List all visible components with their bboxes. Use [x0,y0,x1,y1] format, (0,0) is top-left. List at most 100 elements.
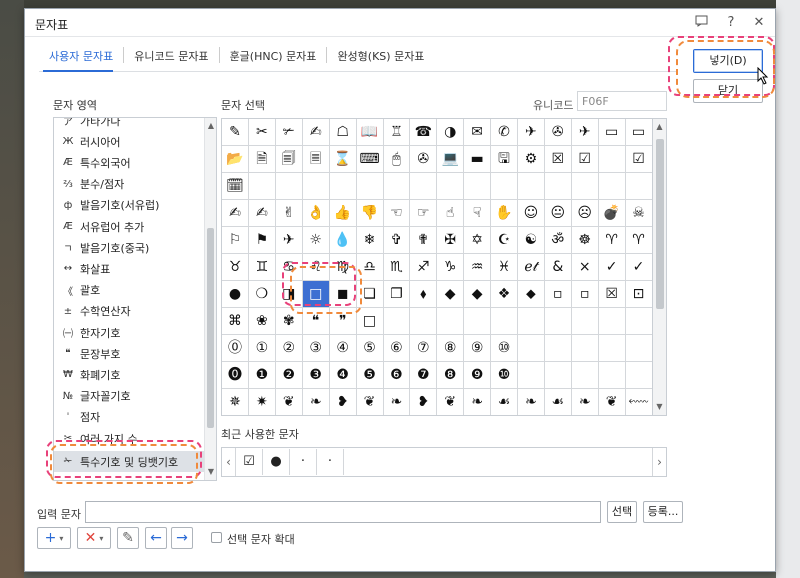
char-cell[interactable] [625,335,652,362]
char-cell[interactable]: ♈ [598,227,626,254]
char-cell[interactable] [302,173,330,200]
char-cell[interactable]: ▭ [598,119,626,146]
char-cell[interactable]: ❼ [410,362,438,389]
char-cell[interactable]: 🗓 [222,173,249,200]
char-cell[interactable]: ❞ [329,308,357,335]
recent-char-cell[interactable]: · [290,449,317,475]
char-cell[interactable]: ✟ [410,227,438,254]
comment-icon[interactable] [693,15,709,31]
char-cell[interactable] [356,173,384,200]
char-cell[interactable] [544,308,572,335]
char-cell[interactable] [275,173,303,200]
char-cell[interactable]: & [544,254,572,281]
grid-scroll-down-icon[interactable]: ▼ [653,401,666,413]
char-cell[interactable]: ✞ [383,227,411,254]
char-cell[interactable]: ☯ [517,227,545,254]
char-cell[interactable]: ❧ [518,389,545,415]
char-cell[interactable]: ॐ [544,227,572,254]
char-cell[interactable]: ❺ [356,362,384,389]
char-cell[interactable] [491,308,518,335]
char-cell[interactable]: ♏ [383,254,411,281]
char-cell[interactable] [410,173,438,200]
char-cell[interactable]: 💧 [329,227,357,254]
select-button[interactable]: 선택 [607,501,637,523]
char-cell[interactable]: ❧ [572,389,599,415]
char-cell[interactable]: ❾ [464,362,492,389]
char-cell[interactable] [571,308,599,335]
char-cell[interactable]: ❄ [356,227,384,254]
char-cell[interactable]: 🗐 [275,146,303,173]
char-cell[interactable]: ❝ [302,308,330,335]
char-cell[interactable]: ⚑ [248,227,276,254]
char-cell[interactable]: ♉ [222,254,249,281]
char-cell[interactable]: ⑥ [383,335,411,362]
char-cell[interactable]: ✂ [248,119,276,146]
char-area-item[interactable]: ⅔ 분수/점자 [54,174,204,195]
char-cell[interactable]: ⌛ [329,146,357,173]
char-cell[interactable] [517,308,545,335]
char-cell[interactable] [517,335,545,362]
char-cell[interactable]: ▫ [571,281,599,308]
char-cell[interactable]: ❶ [248,362,276,389]
recent-char-cell[interactable]: ☑ [236,449,263,475]
char-cell[interactable]: ⓿ [222,362,249,389]
char-cell[interactable]: ❽ [437,362,465,389]
char-cell[interactable]: ✵ [222,389,249,415]
char-cell[interactable]: ✠ [437,227,465,254]
char-cell[interactable]: ☸ [571,227,599,254]
char-cell[interactable]: ♎ [356,254,384,281]
grid-scroll-thumb[interactable] [656,139,664,309]
char-cell[interactable]: 🖱 [383,146,411,173]
char-cell[interactable]: ✇ [544,119,572,146]
char-cell[interactable]: ❐ [383,281,411,308]
char-cell[interactable]: 👌 [302,200,330,227]
insert-button[interactable]: 넣기(D) [693,49,763,73]
close-button[interactable]: 닫기 [693,79,763,103]
char-cell[interactable]: ① [248,335,276,362]
char-area-item[interactable]: 《 괄호 [54,280,204,301]
char-cell[interactable]: ⓪ [222,335,249,362]
char-cell[interactable] [544,173,572,200]
char-cell[interactable]: ❀ [248,308,276,335]
char-cell[interactable]: ♍ [329,254,357,281]
char-cell[interactable] [248,173,276,200]
char-cell[interactable]: ✉ [464,119,492,146]
char-cell[interactable]: ♋ [275,254,303,281]
char-cell[interactable]: ② [275,335,303,362]
char-cell[interactable]: ❦ [599,389,626,415]
register-button[interactable]: 등록... [643,501,683,523]
char-area-item[interactable]: ↔ 화살표 [54,258,204,279]
char-cell[interactable]: ❿ [491,362,518,389]
char-cell[interactable]: □ [356,308,384,335]
char-cell[interactable]: ☒ [598,281,626,308]
remove-char-button[interactable]: ✕ ▾ [77,527,111,549]
char-cell[interactable]: ☑ [625,146,652,173]
input-char-field[interactable] [85,501,601,523]
char-cell[interactable]: ④ [329,335,357,362]
char-cell[interactable]: ▫ [544,281,572,308]
char-area-scrollbar[interactable]: ▲ ▼ [204,118,216,480]
char-cell[interactable]: ● [222,281,249,308]
help-icon[interactable]: ? [723,15,739,31]
char-cell[interactable]: ☖ [329,119,357,146]
char-cell[interactable]: 🖫 [491,146,518,173]
char-cell[interactable] [491,173,518,200]
char-area-item[interactable]: ❝ 문장부호 [54,343,204,364]
char-cell[interactable]: 👎 [356,200,384,227]
char-area-item[interactable]: ㄱ 발음기호(중국) [54,237,204,258]
char-cell[interactable] [544,335,572,362]
char-cell[interactable]: ⌘ [222,308,249,335]
char-cell[interactable]: ❏ [356,281,384,308]
char-cell[interactable]: ✍ [222,200,249,227]
char-cell[interactable]: ❻ [383,362,411,389]
char-area-item[interactable]: ф 발음기호(서유럽) [54,195,204,216]
char-cell[interactable] [383,173,411,200]
char-area-item[interactable]: ア 가타가나 [54,118,204,131]
char-cell[interactable]: ▬ [464,146,492,173]
char-area-item[interactable]: Æ 서유럽어 추가 [54,216,204,237]
char-area-item[interactable]: ˈ 점자 [54,407,204,428]
char-cell[interactable] [625,173,652,200]
scroll-up-icon[interactable]: ▲ [205,120,216,132]
char-cell[interactable]: ◼ [329,281,357,308]
char-cell[interactable]: ♓ [491,254,518,281]
